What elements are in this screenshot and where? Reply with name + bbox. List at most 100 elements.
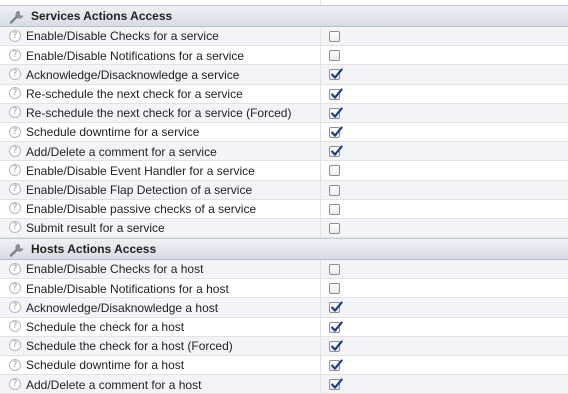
help-icon[interactable]: ? (9, 202, 21, 215)
section-title: Services Actions Access (31, 9, 173, 23)
help-icon[interactable]: ? (9, 339, 21, 352)
permission-checkbox[interactable] (329, 203, 340, 215)
permission-checkbox[interactable] (329, 31, 340, 42)
column-divider (320, 336, 321, 355)
permission-row: ? Enable/Disable Checks for a service (0, 27, 568, 47)
permission-checkbox[interactable] (329, 50, 340, 62)
permission-checkbox[interactable] (329, 107, 343, 119)
permission-row: ? Schedule downtime for a service (0, 122, 568, 143)
permission-label: Enable/Disable Event Handler for a servi… (26, 163, 255, 178)
permission-row: ? Schedule the check for a host (0, 317, 568, 337)
help-icon[interactable]: ? (9, 144, 21, 157)
permission-row: ? Acknowledge/Disaknowledge a host (0, 298, 568, 318)
permission-row: ? Add/Delete a comment for a host (0, 375, 568, 394)
column-divider (320, 122, 321, 142)
column-divider (320, 298, 321, 317)
column-divider (320, 317, 321, 336)
checkmark-icon (331, 107, 343, 118)
permission-label: Add/Delete a comment for a service (26, 144, 217, 159)
column-divider (320, 46, 321, 65)
permission-checkbox[interactable] (329, 165, 340, 177)
permission-label: Enable/Disable Notifications for a servi… (26, 48, 245, 63)
permission-label: Enable/Disable Flap Detection of a servi… (26, 182, 253, 197)
permission-row: ? Enable/Disable Checks for a host (0, 260, 568, 280)
checkmark-icon (331, 301, 343, 313)
column-divider (320, 375, 321, 394)
checkmark-icon (331, 321, 343, 332)
permission-label: Enable/Disable Checks for a host (26, 262, 204, 277)
column-divider (320, 161, 321, 180)
permission-checkbox[interactable] (329, 283, 340, 295)
checkmark-icon (331, 88, 343, 99)
help-icon[interactable]: ? (9, 301, 21, 314)
help-icon[interactable]: ? (9, 106, 21, 119)
help-icon[interactable]: ? (9, 281, 21, 294)
permission-label: Schedule the check for a host (26, 320, 185, 335)
help-icon[interactable]: ? (9, 163, 21, 176)
permission-checkbox[interactable] (329, 321, 343, 333)
permission-checkbox[interactable] (329, 184, 340, 196)
help-icon[interactable]: ? (9, 262, 21, 275)
permission-row: ? Enable/Disable Notifications for a host (0, 279, 568, 299)
section-header: Hosts Actions Access (0, 238, 568, 261)
permission-checkbox[interactable] (329, 145, 343, 158)
permission-label: Enable/Disable passive checks of a servi… (26, 202, 257, 217)
permission-row: ? Enable/Disable Flap Detection of a serv… (0, 180, 568, 200)
permission-label: Acknowledge/Disaknowledge a host (26, 300, 219, 315)
permission-label: Re-schedule the next check for a service… (26, 106, 292, 121)
permission-checkbox[interactable] (329, 126, 343, 138)
checkmark-icon (331, 126, 343, 137)
help-icon[interactable]: ? (9, 29, 21, 42)
permission-label: Enable/Disable Checks for a service (26, 29, 219, 44)
column-divider (320, 356, 321, 375)
permission-row: ? Acknowledge/Disacknowledge a service (0, 65, 568, 85)
wrench-icon (9, 242, 25, 258)
column-divider (320, 103, 321, 122)
help-icon[interactable]: ? (9, 125, 21, 138)
permission-row: ? Enable/Disable Notifications for a serv… (0, 46, 568, 66)
help-icon[interactable]: ? (9, 67, 21, 80)
permission-label: Schedule downtime for a host (26, 358, 185, 373)
checkmark-icon (331, 378, 343, 389)
checkmark-icon (331, 145, 343, 156)
column-divider (320, 180, 321, 199)
column-divider (320, 84, 321, 103)
help-icon[interactable]: ? (9, 48, 21, 61)
help-icon[interactable]: ? (9, 221, 21, 234)
column-divider (320, 279, 321, 298)
permission-checkbox[interactable] (329, 68, 343, 81)
column-divider (320, 260, 321, 279)
help-icon[interactable]: ? (9, 87, 21, 100)
checkmark-icon (331, 340, 343, 351)
permission-row: ? Re-schedule the next check for a servic… (0, 84, 568, 104)
checkmark-icon (331, 359, 343, 370)
permission-checkbox[interactable] (329, 340, 343, 352)
column-divider (320, 142, 321, 161)
help-icon[interactable]: ? (9, 377, 21, 390)
help-icon[interactable]: ? (9, 358, 21, 371)
checkmark-icon (331, 68, 343, 80)
column-divider (320, 65, 321, 84)
column-divider (320, 199, 321, 218)
actions-access-table: Services Actions Access? Enable/Disable C… (0, 5, 568, 394)
permission-row: ? Add/Delete a comment for a service (0, 142, 568, 162)
permission-checkbox[interactable] (329, 378, 343, 391)
permission-checkbox[interactable] (329, 264, 340, 276)
section-title: Hosts Actions Access (31, 242, 157, 257)
help-icon[interactable]: ? (9, 320, 21, 333)
permission-label: Re-schedule the next check for a service (26, 86, 243, 101)
permission-checkbox[interactable] (329, 359, 343, 371)
permission-row: ? Schedule downtime for a host (0, 356, 568, 376)
wrench-icon (9, 9, 25, 25)
column-divider (320, 218, 321, 238)
permission-label: Add/Delete a comment for a host (26, 377, 202, 392)
permission-label: Schedule downtime for a service (26, 125, 200, 140)
permission-row: ? Schedule the check for a host (Forced) (0, 336, 568, 356)
permission-checkbox[interactable] (329, 301, 343, 314)
permission-checkbox[interactable] (329, 222, 340, 234)
permission-checkbox[interactable] (329, 88, 343, 100)
permission-row: ? Re-schedule the next check for a servic… (0, 103, 568, 123)
permission-label: Schedule the check for a host (Forced) (26, 339, 233, 354)
help-icon[interactable]: ? (9, 183, 21, 196)
permission-label: Acknowledge/Disacknowledge a service (26, 67, 240, 82)
